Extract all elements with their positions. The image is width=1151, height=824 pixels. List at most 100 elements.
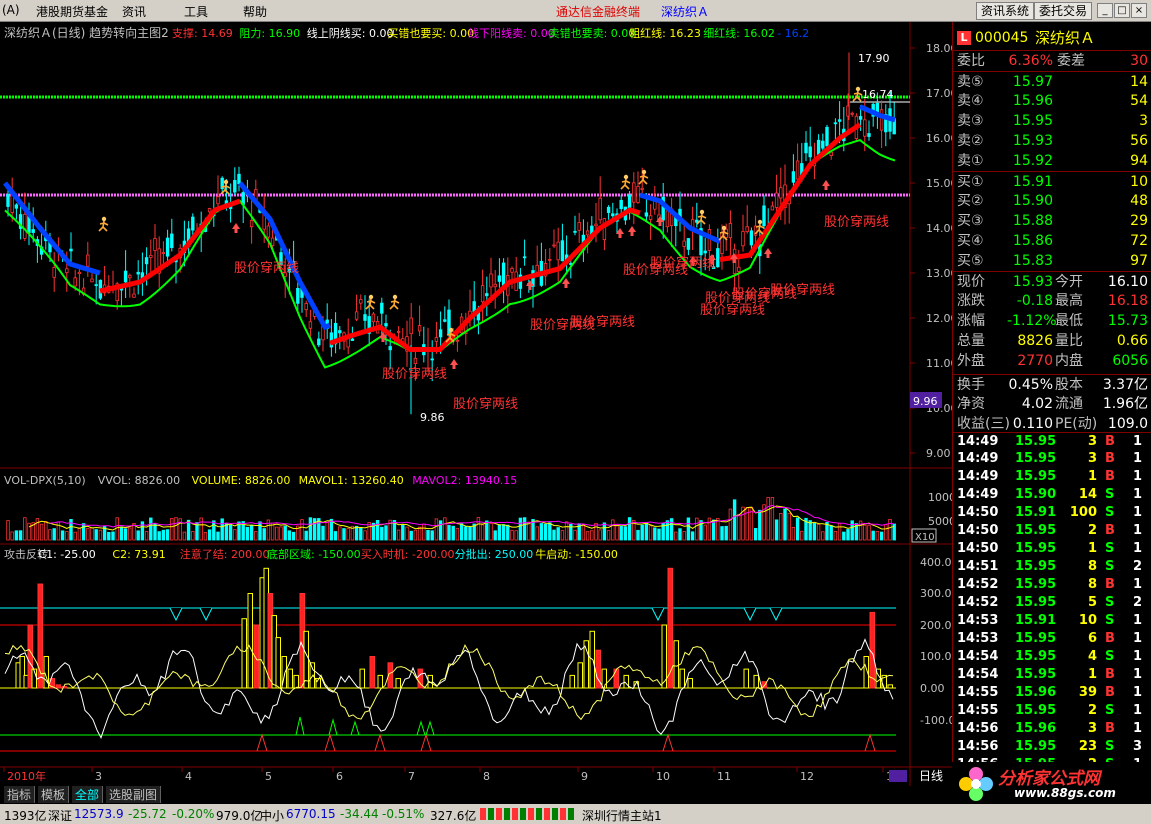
main-ytick: 18.00 [926,42,952,55]
tick-side: S [1105,541,1115,556]
stat-row: 换手 0.45% 股本 3.37亿 [953,374,1151,394]
main-ytick: 17.00 [926,87,952,100]
main-ytick: 9.00 [926,447,951,460]
candle-body [850,112,854,115]
volume-bar [354,525,359,541]
ask-label: 卖② [957,133,984,149]
volume-bar [510,529,514,541]
tick-row: 14:54 15.95 1 B 1 [953,666,1151,684]
scroll-indicator[interactable] [889,770,907,782]
low-annotation: 9.86 [420,411,445,424]
runner-icon [365,294,376,310]
up-arrow-icon [764,248,772,258]
menu-help[interactable]: 帮助 [243,3,267,20]
volume-bar [829,525,833,541]
candle-body [14,204,19,209]
volume-bar [724,525,728,541]
tick-time: 14:53 [957,631,999,646]
bid-volume: 48 [1130,193,1148,209]
runner-icon [98,216,109,232]
volume-bar [707,517,712,541]
tick-side: B [1105,667,1115,682]
candle-body [165,237,170,257]
candle-body [354,311,359,320]
indicator-bar [753,674,759,689]
candle-body [648,215,653,220]
candle-body [434,337,439,342]
maximize-icon[interactable]: □ [1114,3,1130,18]
candle-body [388,346,392,351]
candle-body [493,283,497,288]
tick-volume: 2 [1087,523,1097,538]
candle-body [136,271,140,275]
indicator-bar [583,640,589,689]
volume-bar [648,525,653,541]
stat-value: -1.12% [1007,313,1057,329]
vol-ytick-5000: 5000 [928,515,952,528]
candle-body [380,302,384,314]
tick-time: 14:49 [957,469,999,484]
volume-bar [359,527,363,541]
volume-bar [875,530,880,541]
tick-side: S [1105,739,1115,754]
main-ytick: 13.00 [926,267,952,280]
period-label[interactable]: 日线 [919,769,943,783]
system-menu-icon[interactable]: (A) [2,3,20,17]
volume-bar [443,517,447,541]
volume-bar [434,518,439,541]
indicator-bar [241,618,247,689]
volume-bar [203,532,208,541]
candle-body [317,338,321,346]
ask-label: 卖① [957,153,984,169]
tick-volume: 100 [1069,505,1097,520]
menu-hk-futures[interactable]: 港股期货基金 [36,3,108,20]
volume-bar [493,530,497,541]
indicator-bar [55,684,61,689]
stat-label-2: 内盘 [1055,353,1083,369]
stat-value: -0.18 [1016,293,1053,309]
vol-ytick-10000: 10000 [928,491,952,504]
bid-row: 买⑤ 15.83 97 [953,251,1151,271]
tab-all[interactable]: 全部 [72,786,104,803]
volume-bar [275,526,279,541]
volume-bar [380,526,384,541]
tick-row: 14:50 15.95 2 B 1 [953,522,1151,540]
tab-indicator[interactable]: 指标 [4,786,36,803]
tick-time: 14:50 [957,523,999,538]
tick-count: 3 [1133,739,1143,754]
candle-body [573,230,577,233]
volume-bar [157,531,161,541]
up-arrow-icon [562,278,570,288]
candle-body [808,146,812,158]
kline-chart[interactable]: 深纺织Ａ(日线) 趋势转向主图2 支撑: 14.69 阻力: 16.90 线上阴线买… [0,22,952,786]
candle-body [413,357,418,364]
menu-info[interactable]: 资讯 [122,3,146,20]
candle-body [52,267,56,278]
bid-row: 买③ 15.88 29 [953,211,1151,231]
volume-bar [888,518,892,541]
menu-tools[interactable]: 工具 [184,3,208,20]
bid-row: 买① 15.91 10 [953,171,1151,191]
info-system-button[interactable]: 资讯系统 [976,2,1035,20]
volume-bar [837,522,842,541]
tick-volume: 23 [1078,739,1097,754]
stat-row: 涨跌 -0.18 最高 16.18 [953,291,1151,311]
candle-body [31,229,35,233]
top-right-annotation: 16.74 [862,88,894,101]
tab-select-subchart[interactable]: 选股副图 [106,786,162,803]
trade-button[interactable]: 委托交易 [1034,2,1093,20]
high-annotation: 17.90 [858,52,890,65]
stat-label: 涨跌 [957,293,985,309]
close-icon[interactable]: × [1131,3,1147,18]
minimize-icon[interactable]: _ [1097,3,1113,18]
indicator-bar [679,668,685,689]
stat-label-2: 股本 [1055,377,1083,393]
volume-bar [497,524,502,541]
candle-body [409,317,413,335]
tick-time: 14:54 [957,649,999,664]
volume-bar [791,526,796,541]
stat-label: 总量 [957,333,985,349]
stat-value-2: 16.18 [1107,293,1148,309]
stat-label: 收益(三) [957,416,1010,432]
tab-template[interactable]: 模板 [38,786,70,803]
